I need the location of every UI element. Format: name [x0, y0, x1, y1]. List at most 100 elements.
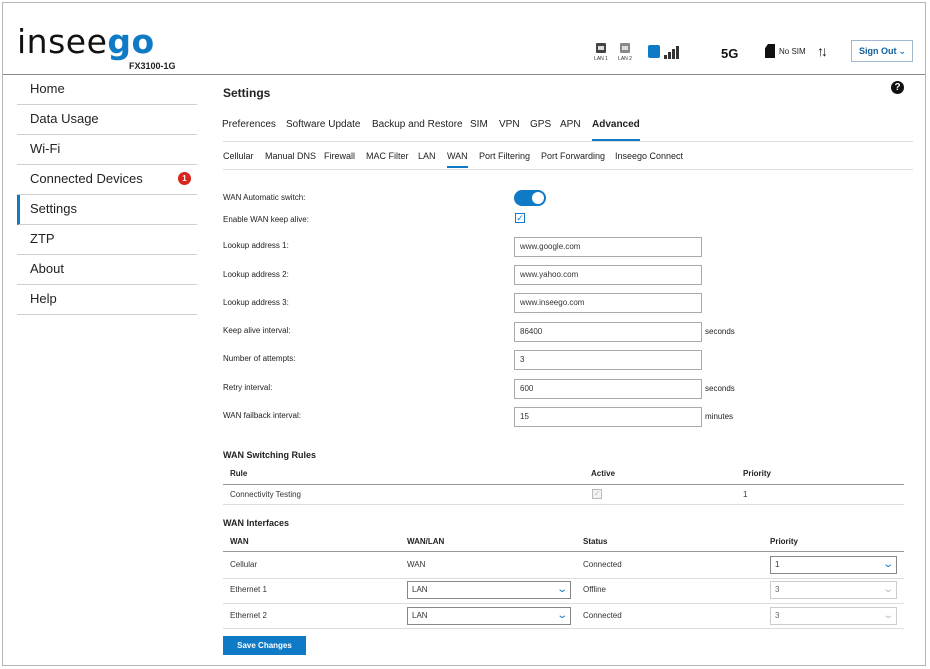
chevron-down-icon: ⌄ [881, 584, 894, 595]
subtab-wan[interactable]: WAN [447, 151, 468, 168]
subtab-port-forwarding[interactable]: Port Forwarding [541, 151, 605, 166]
switching-rules-title: WAN Switching Rules [223, 450, 317, 460]
wan-auto-switch-toggle[interactable] [514, 190, 546, 206]
interface-name: Cellular [230, 560, 258, 569]
network-type: 5G [721, 46, 739, 61]
lookup2-input[interactable]: www.yahoo.com [514, 265, 702, 285]
sidebar-item-connected-devices[interactable]: Connected Devices 1 [17, 165, 197, 195]
save-changes-button[interactable]: Save Changes [223, 636, 306, 655]
table-header-divider [223, 484, 904, 485]
subtab-inseego-connect[interactable]: Inseego Connect [615, 151, 683, 166]
interface-name: Ethernet 1 [230, 585, 267, 594]
col-header-rule: Rule [230, 469, 248, 478]
table-row-divider [223, 504, 904, 505]
sidebar-nav: Home Data Usage Wi-Fi Connected Devices … [17, 75, 197, 315]
col-header-priority: Priority [770, 537, 799, 546]
tab-apn[interactable]: APN [560, 119, 581, 139]
rule-name: Connectivity Testing [230, 490, 301, 499]
attempts-label: Number of attempts: [223, 354, 296, 363]
interface-wan-lan: WAN [407, 560, 426, 569]
sim-card-icon [765, 44, 775, 58]
sim-status: No SIM [779, 47, 806, 56]
subtab-cellular[interactable]: Cellular [223, 151, 254, 166]
lookup1-label: Lookup address 1: [223, 241, 289, 250]
table-row-divider [223, 578, 904, 579]
tab-preferences[interactable]: Preferences [222, 119, 276, 139]
sidebar-item-settings[interactable]: Settings [17, 195, 197, 225]
lan2-status: LAN 2 [616, 43, 634, 62]
help-icon[interactable]: ? [891, 81, 904, 94]
col-header-status: Status [583, 537, 608, 546]
chevron-down-icon: ⌄ [881, 559, 894, 570]
table-header-divider [223, 551, 904, 552]
sidebar-item-home[interactable]: Home [17, 75, 197, 105]
retry-interval-input[interactable]: 600 [514, 379, 702, 399]
tab-vpn[interactable]: VPN [499, 119, 520, 139]
interface-priority-select[interactable]: 1 ⌄ [770, 556, 897, 574]
interface-wan-lan-select[interactable]: LAN ⌄ [407, 607, 571, 625]
sidebar-item-ztp[interactable]: ZTP [17, 225, 197, 255]
subtab-port-filtering[interactable]: Port Filtering [479, 151, 530, 166]
subtab-mac-filter[interactable]: MAC Filter [366, 151, 409, 166]
subtabs-divider [223, 169, 913, 170]
keep-alive-interval-input[interactable]: 86400 [514, 322, 702, 342]
keep-alive-interval-unit: seconds [705, 327, 735, 336]
rule-priority: 1 [743, 490, 748, 499]
app-window: inseego FX3100-1G LAN 1 LAN 2 5G No SIM … [2, 2, 926, 666]
interface-name: Ethernet 2 [230, 611, 267, 620]
lookup1-input[interactable]: www.google.com [514, 237, 702, 257]
lookup2-label: Lookup address 2: [223, 270, 289, 279]
tabs-divider [223, 141, 913, 142]
wan-auto-switch-label: WAN Automatic switch: [223, 193, 306, 202]
keep-alive-checkbox[interactable]: ✓ [515, 213, 525, 223]
col-header-priority: Priority [743, 469, 772, 478]
wan-interfaces-title: WAN Interfaces [223, 518, 290, 528]
tab-backup-restore[interactable]: Backup and Restore [372, 119, 463, 139]
subtab-manual-dns[interactable]: Manual DNS [265, 151, 316, 166]
table-row-divider [223, 628, 904, 629]
interface-status: Offline [583, 585, 606, 594]
device-model: FX3100-1G [129, 61, 176, 71]
lookup3-label: Lookup address 3: [223, 298, 289, 307]
interface-status: Connected [583, 560, 622, 569]
retry-interval-unit: seconds [705, 384, 735, 393]
notification-badge: 1 [178, 172, 191, 185]
interface-status: Connected [583, 611, 622, 620]
failback-interval-input[interactable]: 15 [514, 407, 702, 427]
tab-software-update[interactable]: Software Update [286, 119, 361, 139]
col-header-wan: WAN [230, 537, 249, 546]
lookup3-input[interactable]: www.inseego.com [514, 293, 702, 313]
lan1-status: LAN 1 [592, 43, 610, 62]
sidebar-item-help[interactable]: Help [17, 285, 197, 315]
keep-alive-interval-label: Keep alive interval: [223, 326, 291, 335]
toggle-knob [532, 192, 544, 204]
sidebar-item-data-usage[interactable]: Data Usage [17, 105, 197, 135]
retry-interval-label: Retry interval: [223, 383, 273, 392]
table-row-divider [223, 603, 904, 604]
chevron-down-icon: ⌄ [555, 584, 568, 595]
failback-interval-unit: minutes [705, 412, 734, 421]
chevron-down-icon: ⌄ [555, 610, 568, 621]
tab-advanced[interactable]: Advanced [592, 119, 640, 141]
chevron-down-icon: ⌄ [898, 46, 906, 56]
page-title: Settings [223, 86, 271, 100]
chevron-down-icon: ⌄ [881, 610, 894, 621]
interface-priority-select: 3 ⌄ [770, 581, 897, 599]
tab-sim[interactable]: SIM [470, 119, 488, 139]
tab-gps[interactable]: GPS [530, 119, 551, 139]
rule-active-checkbox: ✓ [592, 489, 602, 499]
sidebar-item-about[interactable]: About [17, 255, 197, 285]
sidebar-item-wifi[interactable]: Wi-Fi [17, 135, 197, 165]
keep-alive-label: Enable WAN keep alive: [223, 215, 309, 224]
failback-interval-label: WAN failback interval: [223, 411, 301, 420]
interface-wan-lan-select[interactable]: LAN ⌄ [407, 581, 571, 599]
interface-priority-select: 3 ⌄ [770, 607, 897, 625]
sign-out-button[interactable]: Sign Out ⌄ [851, 40, 913, 62]
ethernet-port-icon [620, 43, 630, 53]
col-header-active: Active [591, 469, 616, 478]
inseego-logo: inseego [17, 22, 155, 61]
attempts-input[interactable]: 3 [514, 350, 702, 370]
subtab-firewall[interactable]: Firewall [324, 151, 355, 166]
wifi-status-icon [648, 45, 660, 58]
subtab-lan[interactable]: LAN [418, 151, 436, 166]
